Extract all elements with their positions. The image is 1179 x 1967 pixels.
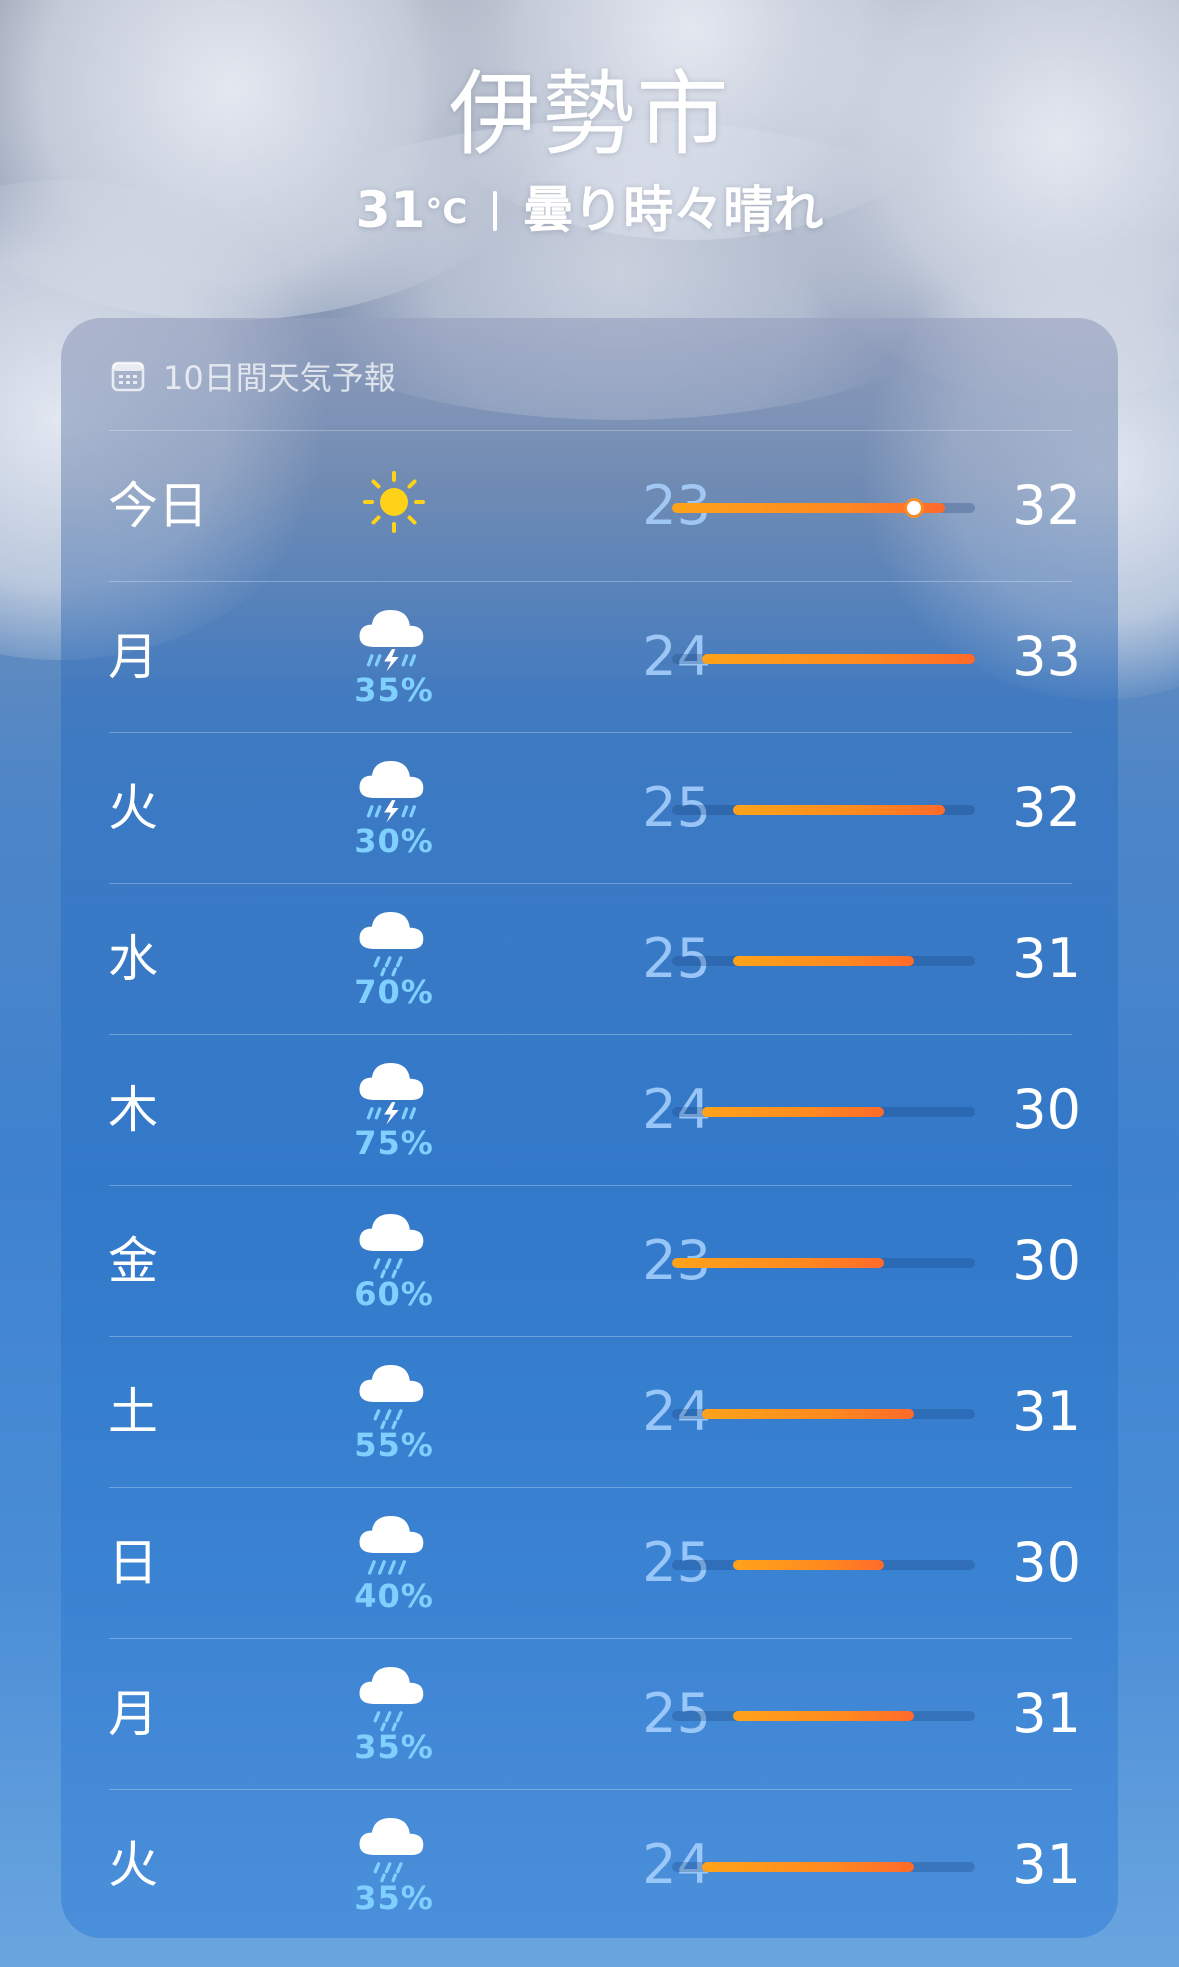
forecast-row[interactable]: 金 60% 23 30: [61, 1186, 1118, 1336]
day-label: 月: [108, 1685, 158, 1743]
precipitation-chance: 40%: [354, 1577, 434, 1615]
city-name: 伊勢市: [448, 61, 731, 168]
high-temperature: 31: [1012, 1682, 1081, 1745]
temperature-range-bar: [702, 654, 975, 664]
day-label: 火: [108, 1836, 158, 1894]
high-temperature: 30: [1012, 1229, 1081, 1292]
current-temperature-dot: [907, 501, 921, 515]
condition-text: 曇り時々晴れ: [523, 181, 824, 239]
temperature-range-track: [672, 956, 975, 966]
current-conditions: 31°C 曇り時々晴れ: [0, 180, 1179, 242]
high-temperature: 30: [1012, 1531, 1081, 1594]
rain-cloud-icon: [351, 902, 433, 977]
day-label: 水: [108, 930, 158, 988]
temperature-range-bar: [733, 1711, 914, 1721]
temperature-range-track: [672, 1107, 975, 1117]
day-label: 火: [108, 779, 158, 837]
forecast-title: 10日間天気予報: [163, 359, 396, 397]
temperature-range-bar: [702, 1107, 884, 1117]
forecast-row[interactable]: 今日 23 32: [61, 431, 1118, 581]
thunderstorm-icon: [351, 600, 433, 672]
thunderstorm-icon: [351, 751, 433, 823]
rain-cloud-icon: [351, 1355, 433, 1430]
temperature-range-track: [672, 654, 975, 664]
temperature-range-bar: [733, 805, 945, 815]
temperature-range-bar: [733, 956, 914, 966]
temperature-unit: °C: [425, 192, 468, 232]
day-label: 土: [108, 1383, 158, 1441]
forecast-row[interactable]: 月 35% 24 33: [61, 582, 1118, 732]
temperature-range-track: [672, 1711, 975, 1721]
temperature-range-track: [672, 1409, 975, 1419]
forecast-header: 10日間天気予報: [111, 356, 396, 397]
heavy-rain-cloud-icon: [351, 1506, 433, 1578]
temperature-range-track: [672, 1258, 975, 1268]
location-header: 伊勢市 31°C 曇り時々晴れ: [0, 60, 1179, 242]
precipitation-chance: 70%: [354, 973, 434, 1011]
temperature-range-bar: [702, 1409, 914, 1419]
temperature-range-bar: [702, 1862, 914, 1872]
high-temperature: 30: [1012, 1078, 1081, 1141]
forecast-row[interactable]: 月 35% 25 31: [61, 1639, 1118, 1789]
forecast-row[interactable]: 土 55% 24 31: [61, 1337, 1118, 1487]
high-temperature: 32: [1012, 474, 1081, 537]
separator: [493, 191, 498, 231]
current-temperature: 31: [355, 181, 426, 239]
forecast-row[interactable]: 木 75% 24 30: [61, 1035, 1118, 1185]
temperature-range-track: [672, 805, 975, 815]
day-label: 月: [108, 628, 158, 686]
precipitation-chance: 30%: [354, 822, 434, 860]
precipitation-chance: 35%: [354, 1728, 434, 1766]
ten-day-forecast-card[interactable]: 10日間天気予報 今日 23 32 月 35% 24 33 火 30% 25 3…: [61, 318, 1118, 1938]
precipitation-chance: 60%: [354, 1275, 434, 1313]
rain-cloud-icon: [351, 1808, 433, 1883]
high-temperature: 31: [1012, 927, 1081, 990]
calendar-icon: [111, 361, 145, 392]
forecast-row[interactable]: 水 70% 25 31: [61, 884, 1118, 1034]
temperature-range-track: [672, 1560, 975, 1570]
day-label: 木: [108, 1081, 158, 1139]
rain-cloud-icon: [351, 1204, 433, 1279]
precipitation-chance: 35%: [354, 671, 434, 709]
temperature-range-bar: [672, 503, 945, 513]
high-temperature: 32: [1012, 776, 1081, 839]
forecast-row[interactable]: 火 30% 25 32: [61, 733, 1118, 883]
sun-icon: [361, 469, 427, 535]
temperature-range-bar: [672, 1258, 884, 1268]
forecast-row[interactable]: 日 40% 25 30: [61, 1488, 1118, 1638]
day-label: 金: [108, 1232, 158, 1290]
forecast-row[interactable]: 火 35% 24 31: [61, 1790, 1118, 1938]
temperature-range-bar: [733, 1560, 884, 1570]
day-label: 今日: [108, 477, 208, 535]
thunderstorm-icon: [351, 1053, 433, 1125]
high-temperature: 31: [1012, 1833, 1081, 1896]
precipitation-chance: 55%: [354, 1426, 434, 1464]
temperature-range-track: [672, 501, 975, 515]
precipitation-chance: 35%: [354, 1879, 434, 1917]
high-temperature: 33: [1012, 625, 1081, 688]
precipitation-chance: 75%: [354, 1124, 434, 1162]
day-label: 日: [108, 1534, 158, 1592]
rain-cloud-icon: [351, 1657, 433, 1732]
high-temperature: 31: [1012, 1380, 1081, 1443]
temperature-range-track: [672, 1862, 975, 1872]
